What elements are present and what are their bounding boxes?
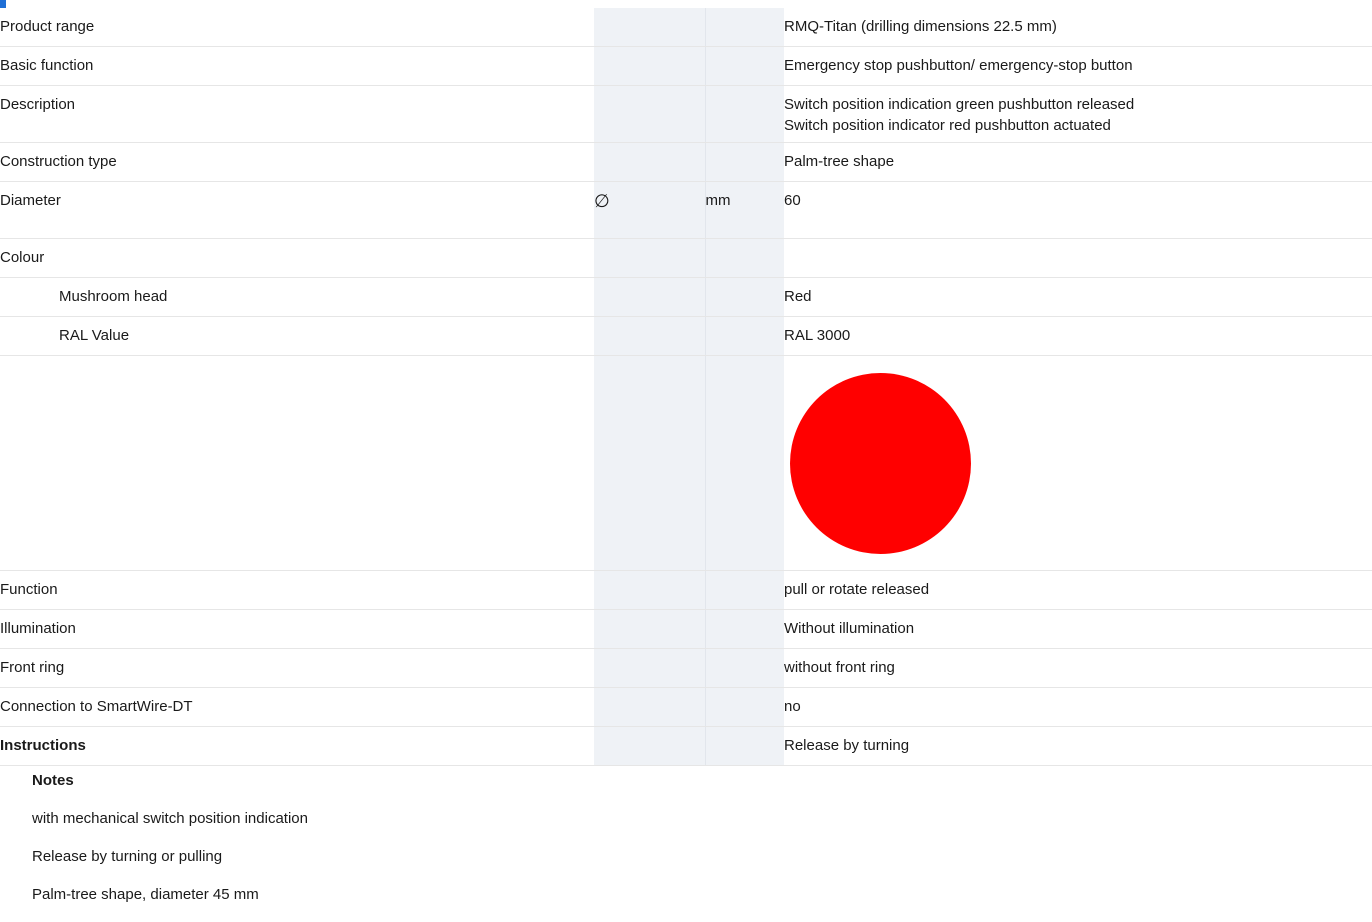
table-row-colour-image [0, 355, 1372, 571]
row-symbol [594, 609, 706, 649]
row-unit [705, 277, 784, 317]
note-item: Release by turning or pulling [32, 848, 223, 865]
row-unit [705, 142, 784, 182]
row-unit [705, 726, 784, 766]
row-label: Product range [0, 8, 594, 47]
note-item: Palm-tree shape, diameter 45 mm [32, 886, 259, 903]
description-line: Switch position indication green pushbut… [784, 96, 1135, 113]
row-value: Emergency stop pushbutton/ emergency-sto… [784, 46, 1372, 86]
row-symbol [594, 726, 706, 766]
row-label: RAL Value [0, 316, 594, 356]
row-symbol [594, 46, 706, 86]
table-row: Construction type Palm-tree shape [0, 142, 1372, 182]
row-label: Colour [0, 238, 594, 278]
row-unit [705, 687, 784, 727]
table-row: Instructions Release by turning [0, 726, 1372, 766]
description-line: Switch position indicator red pushbutton… [784, 117, 1111, 134]
row-value: RMQ-Titan (drilling dimensions 22.5 mm) [784, 8, 1372, 47]
row-symbol [594, 238, 706, 278]
table-row: Illumination Without illumination [0, 609, 1372, 649]
row-unit [705, 238, 784, 278]
row-label: Basic function [0, 46, 594, 86]
table-row: Front ring without front ring [0, 648, 1372, 688]
table-row: Basic function Emergency stop pushbutton… [0, 46, 1372, 86]
row-unit: mm [705, 181, 784, 239]
row-unit [705, 648, 784, 688]
colour-swatch-circle [790, 373, 971, 554]
row-symbol: ∅ [594, 181, 706, 239]
row-label: Front ring [0, 648, 594, 688]
row-symbol [594, 277, 706, 317]
row-symbol [594, 316, 706, 356]
row-label-empty [0, 355, 594, 571]
row-value: RAL 3000 [784, 316, 1372, 356]
table-row: Product range RMQ-Titan (drilling dimens… [0, 8, 1372, 47]
section-accent-bar [0, 0, 6, 8]
spec-table: Product range RMQ-Titan (drilling dimens… [0, 8, 1372, 766]
table-row: Description Switch position indication g… [0, 85, 1372, 143]
row-symbol [594, 8, 706, 47]
row-unit [705, 8, 784, 47]
row-symbol [594, 85, 706, 143]
row-unit [705, 316, 784, 356]
row-symbol [594, 687, 706, 727]
row-label: Illumination [0, 609, 594, 649]
row-value: pull or rotate released [784, 570, 1372, 610]
row-symbol [594, 355, 706, 571]
table-row: Function pull or rotate released [0, 570, 1372, 610]
notes-section: Notes with mechanical switch position in… [32, 770, 1332, 922]
row-unit [705, 46, 784, 86]
row-symbol [594, 570, 706, 610]
spec-sheet: Product range RMQ-Titan (drilling dimens… [0, 0, 1372, 918]
table-row: Colour [0, 238, 1372, 278]
row-label: Function [0, 570, 594, 610]
row-value: Without illumination [784, 609, 1372, 649]
row-label: Connection to SmartWire-DT [0, 687, 594, 727]
note-item: with mechanical switch position indicati… [32, 810, 308, 827]
row-label: Instructions [0, 726, 594, 766]
table-row: RAL Value RAL 3000 [0, 316, 1372, 356]
row-value: no [784, 687, 1372, 727]
row-value: without front ring [784, 648, 1372, 688]
row-value: Palm-tree shape [784, 142, 1372, 182]
row-value-image [784, 355, 1372, 571]
diameter-symbol-icon: ∅ [594, 191, 610, 212]
table-row: Mushroom head Red [0, 277, 1372, 317]
row-label: Mushroom head [0, 277, 594, 317]
row-symbol [594, 142, 706, 182]
row-label: Diameter [0, 181, 594, 239]
row-unit [705, 355, 784, 571]
row-unit [705, 85, 784, 143]
notes-heading: Notes [32, 772, 74, 789]
row-value: Red [784, 277, 1372, 317]
table-row: Diameter ∅ mm 60 [0, 181, 1372, 239]
row-value: Switch position indication green pushbut… [784, 85, 1372, 143]
row-value [784, 238, 1372, 278]
row-value: 60 [784, 181, 1372, 239]
table-row: Connection to SmartWire-DT no [0, 687, 1372, 727]
row-unit [705, 570, 784, 610]
row-unit [705, 609, 784, 649]
row-value: Release by turning [784, 726, 1372, 766]
row-label: Description [0, 85, 594, 143]
row-symbol [594, 648, 706, 688]
row-label: Construction type [0, 142, 594, 182]
